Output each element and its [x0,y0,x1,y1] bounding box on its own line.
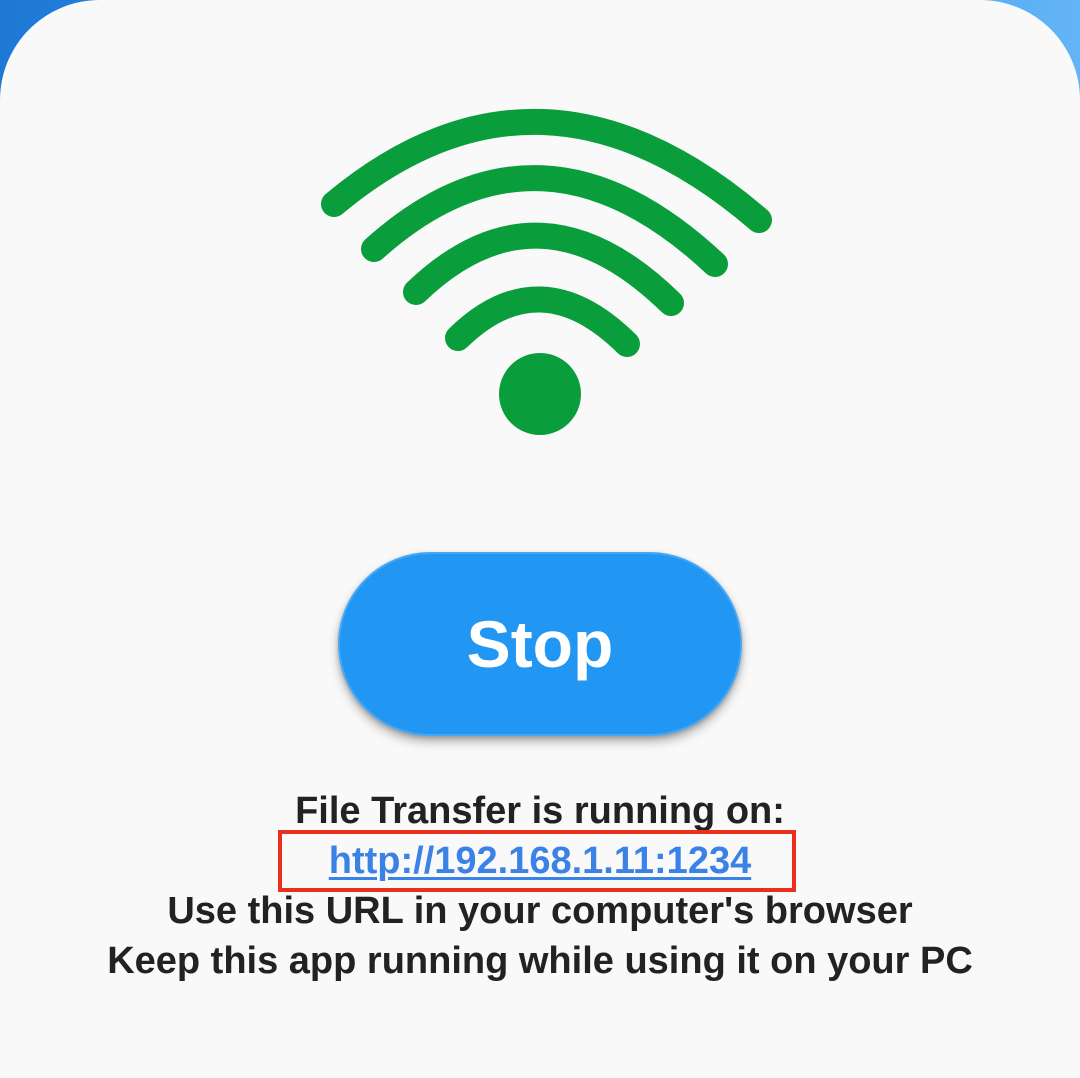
server-info: File Transfer is running on: http://192.… [0,786,1080,986]
wifi-dot [499,353,581,435]
app-sheet: Stop File Transfer is running on: http:/… [0,0,1080,1078]
wifi-arc-3 [361,165,728,277]
stop-button[interactable]: Stop [338,552,742,736]
wifi-icon [321,108,772,435]
wifi-arc-inner [445,286,640,357]
url-line: http://192.168.1.11:1234 [0,836,1080,886]
stop-button-label: Stop [466,607,614,681]
server-url-link[interactable]: http://192.168.1.11:1234 [329,840,751,882]
hint-keep-running: Keep this app running while using it on … [107,940,973,982]
hint-browser: Use this URL in your computer's browser [167,890,913,932]
status-title: File Transfer is running on: [295,790,785,832]
